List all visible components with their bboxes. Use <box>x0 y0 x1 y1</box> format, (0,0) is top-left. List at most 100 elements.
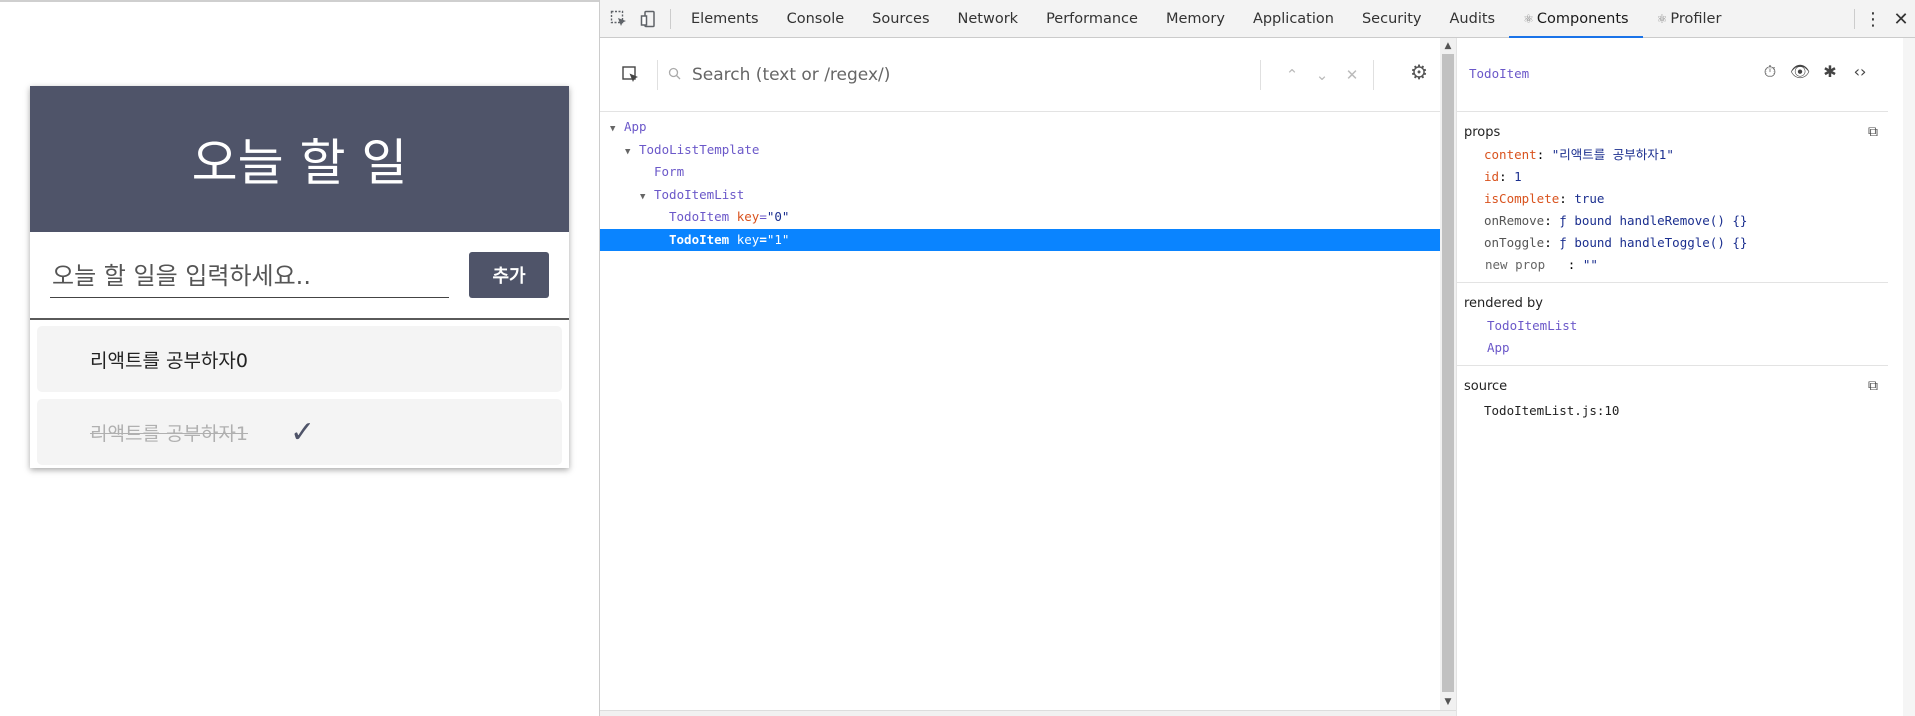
prop-key: onToggle <box>1484 235 1545 250</box>
scroll-down-icon[interactable]: ▼ <box>1440 694 1456 710</box>
eye-icon[interactable]: 👁 <box>1788 62 1812 82</box>
key-value: "0" <box>766 209 790 224</box>
owner-link[interactable]: TodoItemList <box>1457 315 1888 337</box>
props-section: props ⧉ content: "리액트를 공부하자1" id: 1 isCo… <box>1457 112 1888 283</box>
source-location[interactable]: TodoItemList.js:10 <box>1457 398 1888 424</box>
chevron-up-icon[interactable]: ⌃ <box>1277 66 1307 84</box>
node-name: App <box>624 119 647 134</box>
prop-key: onRemove <box>1484 213 1545 228</box>
prop-row[interactable]: onToggle: ƒ bound handleToggle() {} <box>1457 232 1888 254</box>
new-prop-row[interactable]: new prop : "" <box>1457 254 1888 276</box>
clear-search-icon[interactable]: ✕ <box>1337 66 1367 84</box>
tab-profiler[interactable]: ⚛ Profiler <box>1643 0 1736 38</box>
tab-console[interactable]: Console <box>773 0 859 38</box>
new-prop-key[interactable]: new prop <box>1485 257 1545 272</box>
gear-icon[interactable]: ⚙ <box>1410 60 1428 84</box>
tab-label: Network <box>957 10 1019 27</box>
tab-label: Memory <box>1165 10 1225 27</box>
kebab-menu-icon[interactable]: ⋮ <box>1859 9 1887 30</box>
prop-row[interactable]: isComplete: true <box>1457 188 1888 210</box>
prop-row[interactable]: content: "리액트를 공부하자1" <box>1457 144 1888 166</box>
todo-item[interactable]: 리액트를 공부하자0 <box>37 326 562 392</box>
search-divider <box>657 59 658 90</box>
view-source-icon[interactable]: ‹› <box>1848 62 1872 82</box>
props-scrollbar[interactable] <box>1903 38 1915 716</box>
add-button[interactable]: 추가 <box>469 252 549 298</box>
chevron-down-icon[interactable]: ⌄ <box>1307 66 1337 84</box>
inspected-element-pane: TodoItem ⏱ 👁 ✱ ‹› props ⧉ content: "리액트를… <box>1456 38 1888 716</box>
node-name: TodoItem <box>669 209 730 224</box>
scroll-up-icon[interactable]: ▲ <box>1440 38 1456 54</box>
todo-text: 리액트를 공부하자0 <box>90 349 248 372</box>
prop-value: ƒ bound handleRemove() {} <box>1559 213 1748 228</box>
tab-label: Elements <box>691 10 759 27</box>
component-tree: ▼ App ▼ TodoListTemplate Form ▼ TodoItemLis… <box>600 112 1440 251</box>
tree-node-form[interactable]: Form <box>600 161 1440 184</box>
tree-scrollbar[interactable]: ▲ ▼ <box>1440 38 1456 710</box>
device-toggle-icon[interactable] <box>634 0 664 38</box>
prop-value[interactable]: "리액트를 공부하자1" <box>1552 147 1674 162</box>
prop-value[interactable]: true <box>1574 191 1604 206</box>
tab-label: Profiler <box>1670 10 1722 27</box>
devtools-tabs: Elements Console Sources Network Perform… <box>677 0 1736 39</box>
copy-icon[interactable]: ⧉ <box>1868 124 1878 140</box>
new-prop-value[interactable]: "" <box>1583 257 1598 272</box>
tree-node-todolisttemplate[interactable]: ▼ TodoListTemplate <box>600 139 1440 162</box>
prop-key: id <box>1484 169 1500 184</box>
inspected-header: TodoItem ⏱ 👁 ✱ ‹› <box>1457 38 1888 112</box>
expand-arrow-icon[interactable]: ▼ <box>610 118 624 141</box>
key-label: key <box>736 209 760 224</box>
tab-sources[interactable]: Sources <box>858 0 943 38</box>
tab-label: Security <box>1361 10 1422 27</box>
tab-performance[interactable]: Performance <box>1032 0 1152 38</box>
toolbar-right: ⋮ ✕ <box>1850 0 1915 38</box>
section-title: source <box>1464 379 1508 394</box>
tab-elements[interactable]: Elements <box>677 0 773 38</box>
inspect-element-icon[interactable] <box>611 55 651 95</box>
tab-application[interactable]: Application <box>1239 0 1348 38</box>
component-tree-pane: ⌃ ⌄ ✕ ⚙ ▼App ▼TodoListTemplate Form <box>600 38 1456 716</box>
copy-icon[interactable]: ⧉ <box>1868 378 1878 394</box>
close-icon[interactable]: ✕ <box>1887 9 1915 30</box>
prop-key: content <box>1484 147 1537 162</box>
tree-node-todoitemlist[interactable]: ▼ TodoItemList <box>600 184 1440 207</box>
todo-input[interactable] <box>50 254 449 298</box>
tab-memory[interactable]: Memory <box>1152 0 1239 38</box>
search-divider <box>1373 59 1374 90</box>
tree-node-todoitem[interactable]: TodoItem key="0" <box>600 206 1440 229</box>
check-icon: ✓ <box>290 415 316 450</box>
react-icon: ⚛ <box>1656 11 1668 26</box>
tree-node-todoitem-selected[interactable]: TodoItem key="1" <box>600 228 1440 251</box>
tab-network[interactable]: Network <box>944 0 1033 38</box>
tab-label: Audits <box>1449 10 1496 27</box>
bug-icon[interactable]: ✱ <box>1818 62 1842 82</box>
prop-row[interactable]: id: 1 <box>1457 166 1888 188</box>
selected-component-name: TodoItem <box>1469 66 1530 81</box>
devtools-toolbar: Elements Console Sources Network Perform… <box>600 0 1915 39</box>
horizontal-scrollbar[interactable] <box>600 710 1456 716</box>
key-value: "1" <box>766 231 790 247</box>
node-name: TodoListTemplate <box>639 141 760 157</box>
todo-item[interactable]: 리액트를 공부하자1 ✓ <box>37 399 562 465</box>
scroll-thumb[interactable] <box>1442 54 1454 692</box>
rendered-by-section: rendered by TodoItemList App <box>1457 283 1888 366</box>
owner-link[interactable]: App <box>1457 337 1888 359</box>
todo-title: 오늘 할 일 <box>30 86 569 232</box>
search-input[interactable] <box>684 54 1254 95</box>
search-icon <box>664 66 684 84</box>
tab-audits[interactable]: Audits <box>1436 0 1510 38</box>
prop-key: isComplete <box>1484 191 1560 206</box>
search-bar: ⌃ ⌄ ✕ ⚙ <box>600 38 1440 112</box>
prop-row[interactable]: onRemove: ƒ bound handleRemove() {} <box>1457 210 1888 232</box>
node-name: TodoItemList <box>654 186 745 202</box>
tree-node-app[interactable]: ▼ App <box>600 116 1440 139</box>
expand-arrow-icon[interactable]: ▼ <box>625 141 639 164</box>
prop-value[interactable]: 1 <box>1514 169 1522 184</box>
expand-arrow-icon[interactable]: ▼ <box>640 186 654 209</box>
stopwatch-icon[interactable]: ⏱ <box>1758 62 1782 82</box>
tab-security[interactable]: Security <box>1348 0 1436 38</box>
tab-components[interactable]: ⚛ Components <box>1509 0 1643 39</box>
element-picker-icon[interactable] <box>604 0 634 38</box>
search-divider <box>1260 59 1261 90</box>
screen: 오늘 할 일 추가 리액트를 공부하자0 리액트를 공부하자1 ✓ <box>0 0 1915 716</box>
